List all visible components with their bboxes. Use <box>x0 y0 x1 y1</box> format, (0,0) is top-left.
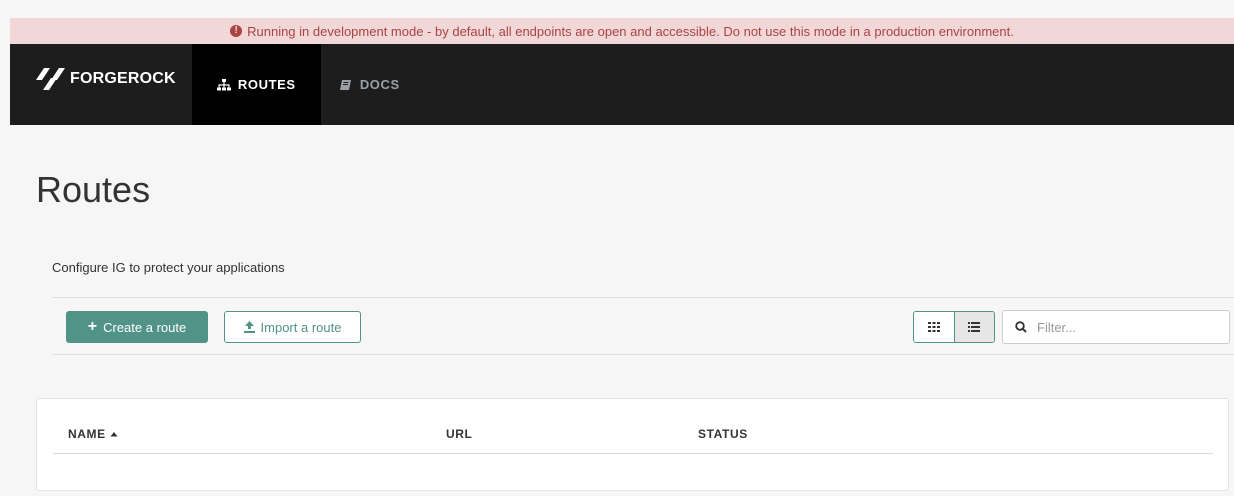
column-header-url[interactable]: URL <box>446 427 472 441</box>
dev-mode-message: Running in development mode - by default… <box>247 23 1014 39</box>
upload-icon <box>243 321 255 333</box>
nav-tab-docs-label: DOCS <box>359 77 400 92</box>
nav-tab-docs[interactable]: DOCS <box>321 44 416 125</box>
exclamation-circle-icon: ! <box>230 25 243 37</box>
grid-view-button[interactable] <box>914 312 954 342</box>
search-icon <box>1015 321 1027 333</box>
routes-table: NAME URL STATUS <box>36 398 1229 491</box>
nav-tab-routes-label: ROUTES <box>237 77 296 92</box>
import-route-button[interactable]: Import a route <box>224 311 361 343</box>
view-mode-toggle <box>913 311 995 343</box>
grid-icon <box>927 322 940 332</box>
column-header-name[interactable]: NAME <box>68 427 118 441</box>
import-route-label: Import a route <box>260 319 342 335</box>
dev-mode-banner: ! Running in development mode - by defau… <box>10 18 1234 44</box>
page-description: Configure IG to protect your application… <box>52 260 285 275</box>
forgerock-logo[interactable]: FORGEROCK <box>10 44 192 114</box>
page-title: Routes <box>36 169 151 210</box>
filter-field[interactable] <box>1002 310 1230 344</box>
book-icon <box>339 79 351 90</box>
list-view-button[interactable] <box>953 312 994 342</box>
sitemap-icon <box>216 78 231 90</box>
filter-input[interactable] <box>1035 318 1215 336</box>
column-header-status[interactable]: STATUS <box>698 427 748 441</box>
column-header-name-label: NAME <box>68 427 106 441</box>
brand-name: FORGEROCK <box>70 70 176 87</box>
column-header-status-label: STATUS <box>698 427 748 441</box>
create-route-label: Create a route <box>103 319 187 335</box>
nav-tab-routes[interactable]: ROUTES <box>191 44 321 125</box>
create-route-button[interactable]: + Create a route <box>66 311 208 343</box>
sort-asc-icon <box>110 432 118 437</box>
table-header: NAME URL STATUS <box>53 399 1213 454</box>
forgerock-logo-icon <box>36 68 65 90</box>
routes-toolbar: + Create a route Import a route <box>52 297 1234 355</box>
list-icon <box>968 322 981 332</box>
top-navbar: FORGEROCK ROUTES DOCS <box>10 44 1234 125</box>
plus-icon: + <box>87 318 98 335</box>
column-header-url-label: URL <box>446 427 473 441</box>
